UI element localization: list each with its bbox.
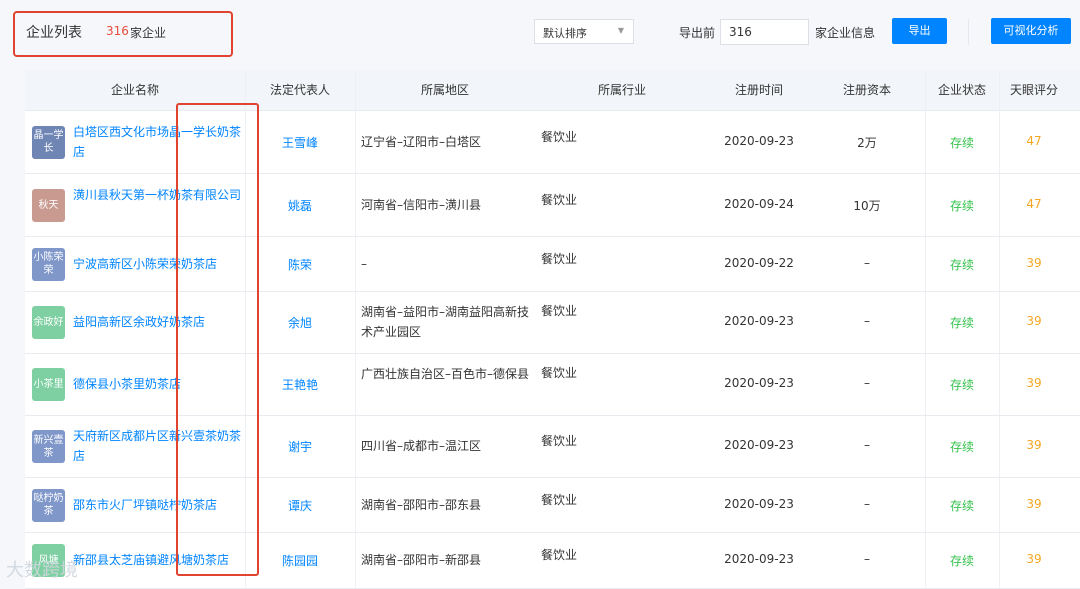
region-cell: 河南省–信阳市–潢川县 xyxy=(361,197,482,212)
industry-cell: 餐饮业 xyxy=(541,251,578,266)
legal-rep-link[interactable]: 谢宇 xyxy=(245,438,355,455)
column-header-industry[interactable]: 所属行业 xyxy=(535,70,709,110)
score-cell: 39 xyxy=(1026,314,1042,328)
toolbar-divider xyxy=(968,19,969,45)
company-logo: 新兴壹茶 xyxy=(32,430,65,463)
company-logo: 小陈荣荣 xyxy=(32,247,65,281)
reg-date-cell: 2020-09-23 xyxy=(724,496,794,511)
toolbar: 企业列表 316 家企业 默认排序 ▼ 导出前 家企业信息 导出 可视化分析 xyxy=(0,0,1080,64)
legal-rep-link[interactable]: 陈荣 xyxy=(245,256,355,273)
industry-cell: 餐饮业 xyxy=(541,129,578,144)
column-header-region[interactable]: 所属地区 xyxy=(355,70,535,110)
score-cell: 39 xyxy=(1026,255,1042,270)
reg-date-cell: 2020-09-22 xyxy=(724,255,794,270)
legal-rep-link[interactable]: 余旭 xyxy=(245,314,355,331)
capital-cell: – xyxy=(864,552,870,566)
company-logo: 小茶里 xyxy=(32,368,65,401)
export-prefix-label: 导出前 xyxy=(679,26,716,40)
company-logo: 哒柠奶茶 xyxy=(32,488,65,522)
industry-cell: 餐饮业 xyxy=(541,304,578,318)
company-logo: 余政好 xyxy=(32,306,65,339)
score-cell: 39 xyxy=(1026,552,1042,566)
industry-cell: 餐饮业 xyxy=(541,192,578,207)
column-header-status[interactable]: 企业状态 xyxy=(925,70,999,110)
annotation-highlight-box xyxy=(13,11,233,57)
legal-rep-link[interactable]: 王雪峰 xyxy=(245,134,355,151)
column-header-legal-rep[interactable]: 法定代表人 xyxy=(245,70,355,110)
industry-cell: 餐饮业 xyxy=(541,492,578,507)
reg-date-cell: 2020-09-23 xyxy=(724,133,794,148)
score-cell: 39 xyxy=(1026,376,1042,390)
company-logo: 秋天 xyxy=(32,188,65,222)
reg-date-cell: 2020-09-23 xyxy=(724,376,794,390)
capital-cell: – xyxy=(864,438,870,452)
company-logo: 晶一学长 xyxy=(32,125,65,159)
status-badge: 存续 xyxy=(949,135,974,150)
annotation-highlight-box xyxy=(176,103,259,576)
region-cell: – xyxy=(361,256,367,271)
capital-cell: 10万 xyxy=(853,198,881,213)
industry-cell: 餐饮业 xyxy=(541,548,578,562)
region-cell: 湖南省–益阳市–湖南益阳高新技术产业园区 xyxy=(361,305,530,339)
region-cell: 辽宁省–辽阳市–白塔区 xyxy=(361,134,482,149)
legal-rep-link[interactable]: 王艳艳 xyxy=(245,376,355,393)
score-cell: 39 xyxy=(1026,496,1042,511)
region-cell: 湖南省–邵阳市–邵东县 xyxy=(361,497,482,512)
score-cell: 39 xyxy=(1026,438,1042,452)
caret-down-icon: ▼ xyxy=(617,26,624,35)
capital-cell: – xyxy=(864,496,870,511)
score-cell: 47 xyxy=(1026,196,1042,211)
legal-rep-link[interactable]: 陈园园 xyxy=(245,552,355,569)
sort-dropdown[interactable]: 默认排序 ▼ xyxy=(534,19,634,44)
column-header-capital[interactable]: 注册资本 xyxy=(809,70,925,110)
column-header-score[interactable]: 天眼评分 xyxy=(999,70,1069,110)
export-button[interactable]: 导出 xyxy=(892,18,947,44)
capital-cell: – xyxy=(864,314,870,328)
status-badge: 存续 xyxy=(949,316,974,330)
status-badge: 存续 xyxy=(949,554,974,568)
score-cell: 47 xyxy=(1026,133,1042,148)
region-cell: 湖南省–邵阳市–新邵县 xyxy=(361,553,482,567)
reg-date-cell: 2020-09-23 xyxy=(724,314,794,328)
status-badge: 存续 xyxy=(949,257,974,272)
status-badge: 存续 xyxy=(949,378,974,392)
sort-dropdown-label: 默认排序 xyxy=(543,27,587,40)
export-count-input[interactable] xyxy=(720,19,809,45)
industry-cell: 餐饮业 xyxy=(541,434,578,448)
reg-date-cell: 2020-09-23 xyxy=(724,438,794,452)
legal-rep-link[interactable]: 谭庆 xyxy=(245,497,355,514)
status-badge: 存续 xyxy=(949,440,974,454)
capital-cell: – xyxy=(864,376,870,390)
status-badge: 存续 xyxy=(949,498,974,513)
capital-cell: – xyxy=(864,255,870,270)
column-header-reg-date[interactable]: 注册时间 xyxy=(709,70,809,110)
status-badge: 存续 xyxy=(949,198,974,213)
watermark: 大数跨境 xyxy=(6,560,78,581)
reg-date-cell: 2020-09-23 xyxy=(724,552,794,566)
legal-rep-link[interactable]: 姚磊 xyxy=(245,197,355,214)
export-suffix-label: 家企业信息 xyxy=(815,26,876,40)
reg-date-cell: 2020-09-24 xyxy=(724,196,794,211)
region-cell: 广西壮族自治区–百色市–德保县 xyxy=(361,367,530,381)
capital-cell: 2万 xyxy=(857,135,877,150)
region-cell: 四川省–成都市–温江区 xyxy=(361,439,482,453)
industry-cell: 餐饮业 xyxy=(541,366,578,380)
visual-analysis-button[interactable]: 可视化分析 xyxy=(991,18,1071,44)
